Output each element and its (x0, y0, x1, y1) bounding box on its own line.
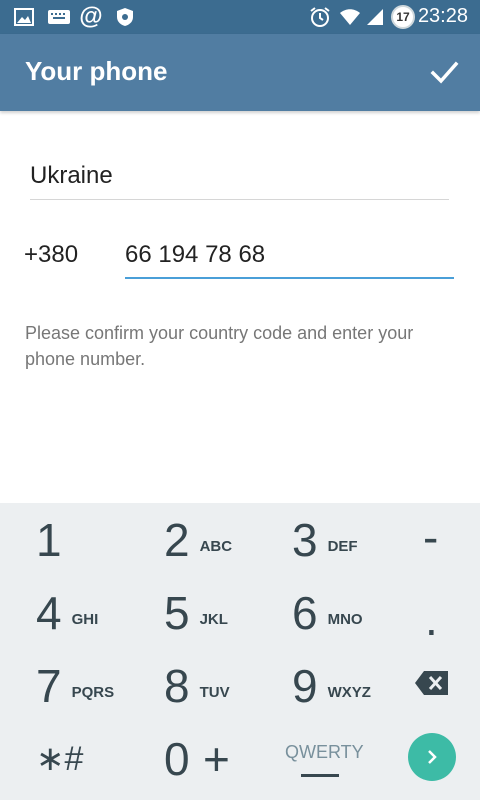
phone-input-underline (125, 277, 454, 279)
at-sign-icon: @ (79, 3, 103, 30)
shield-icon (116, 7, 134, 27)
status-bar: @ 17 23:28 (0, 0, 480, 34)
key-4[interactable]: 4 GHI (36, 576, 98, 649)
signal-icon (366, 7, 384, 27)
backspace-button[interactable] (414, 670, 450, 696)
country-divider (30, 199, 449, 200)
key-2[interactable]: 2 ABC (164, 503, 232, 576)
battery-level: 17 (396, 10, 410, 24)
qwerty-switch-button[interactable]: QWERTY (285, 742, 364, 763)
key-1[interactable]: 1 (36, 503, 62, 576)
wifi-icon (339, 7, 361, 27)
checkmark-icon (430, 61, 459, 84)
key-plus[interactable]: + (203, 722, 230, 795)
key-dash[interactable]: - (423, 500, 438, 573)
alarm-icon (309, 7, 331, 27)
clock: 23:28 (417, 5, 468, 27)
next-button[interactable] (408, 733, 456, 781)
key-8[interactable]: 8 TUV (164, 649, 230, 722)
key-star-hash[interactable]: ∗# (36, 722, 83, 795)
app-bar: Your phone (0, 34, 480, 111)
battery-badge-icon: 17 (390, 5, 416, 29)
key-9[interactable]: 9 WXYZ (292, 649, 371, 722)
backspace-icon (415, 671, 448, 695)
qwerty-underline (301, 774, 339, 777)
page-title: Your phone (25, 56, 168, 86)
key-5[interactable]: 5 JKL (164, 576, 228, 649)
country-selector[interactable]: Ukraine (30, 162, 113, 190)
country-code-field[interactable]: +380 (24, 241, 78, 269)
key-3[interactable]: 3 DEF (292, 503, 358, 576)
key-7[interactable]: 7 PQRS (36, 649, 114, 722)
key-0[interactable]: 0 (164, 722, 190, 795)
image-notification-icon (14, 7, 34, 27)
phone-number-field[interactable] (125, 241, 454, 269)
done-button[interactable] (428, 56, 460, 88)
keyboard-notification-icon (48, 7, 70, 27)
instruction-text: Please confirm your country code and ent… (25, 323, 414, 369)
chevron-right-icon (428, 750, 437, 764)
key-dot[interactable]: . (425, 582, 438, 655)
key-6[interactable]: 6 MNO (292, 576, 363, 649)
